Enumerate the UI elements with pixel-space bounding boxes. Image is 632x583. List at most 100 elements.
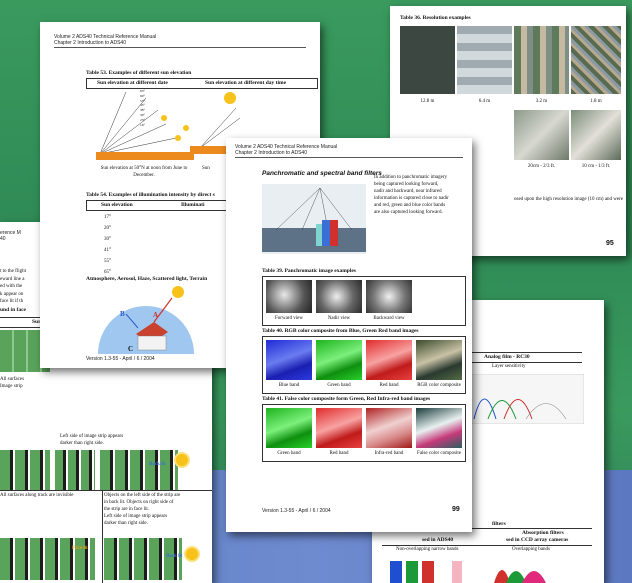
filter-bands-chart	[390, 561, 546, 583]
text-line: are also captured looking forward.	[374, 210, 443, 215]
image-label: Blue band	[278, 383, 300, 388]
text-line: information is captured close to nadir	[374, 196, 449, 201]
text-line: Objects on the left side of the strip ar…	[104, 493, 181, 498]
image-label: Forward view	[275, 316, 303, 321]
figure-caption: Sun	[202, 166, 210, 171]
page-footer: Version 1.3-55 - April / 6 / 2004	[262, 508, 331, 514]
resolution-image-6	[571, 110, 621, 160]
table-cell: 17°	[104, 215, 111, 220]
column-header: Sun elevation at different day time	[205, 80, 287, 86]
resolution-image-2	[457, 26, 512, 94]
text-line: eward line a	[0, 276, 25, 282]
table-title: Table 36. Resolution examples	[400, 15, 471, 21]
document-page-spectral-filters: Volume 2 ADS40 Technical Reference Manua…	[226, 138, 472, 532]
text-line: Image strip	[0, 384, 23, 389]
text-line: All surfaces	[0, 377, 25, 382]
table-title: und in face	[0, 307, 26, 313]
section-heading: Panchromatic and spectral band filters	[262, 170, 382, 177]
table-cell: 41°	[104, 248, 111, 253]
text-line: darker than right side.	[104, 521, 148, 526]
section-heading: Atmosphere, Aerosol, Haze, Scattered lig…	[86, 276, 208, 282]
table-title: Table 40. RGB color composite from Blue,…	[262, 328, 419, 334]
page-header: Volume 2 ADS40 Technical Reference Manua…	[54, 34, 156, 46]
header-line: Chapter 2 Introduction to ADS40	[235, 150, 307, 156]
infrared-band-image	[366, 408, 412, 448]
column-header: Sun elevation at different date	[97, 80, 168, 86]
shadow-diagram	[55, 450, 95, 490]
text-line: darker than right side.	[60, 441, 104, 446]
header-rule	[54, 47, 306, 48]
shadow-diagram	[0, 538, 95, 580]
table-cell: All surfaces Image strip	[0, 376, 24, 390]
rgb-composite-image	[416, 340, 462, 380]
rgb-composite-table: Blue band Green band Red band RGB color …	[262, 336, 466, 394]
section-heading: filters	[492, 521, 506, 527]
image-label: RGB color composite	[417, 383, 461, 388]
body-text: In addition to panchromatic imagery bein…	[374, 174, 449, 216]
header-line: Chapter 2 Introduction to ADS40	[54, 40, 126, 46]
page-header: erence M 40	[0, 230, 21, 242]
text-line: In addition to panchromatic imagery	[374, 175, 448, 180]
header-line: 40	[0, 236, 6, 242]
facelit-label: Face lit	[72, 546, 88, 551]
shadow-diagram	[0, 450, 50, 490]
resolution-label: 6.4 m	[478, 99, 491, 104]
elevation-label: 23°	[140, 117, 145, 122]
image-label: Backward view	[373, 316, 405, 321]
column-header: Analog film - RC30	[484, 354, 530, 360]
image-label: Red band	[329, 451, 349, 456]
table-cell: 55°	[104, 259, 111, 264]
text-line: nadir and backward, near infrared	[374, 189, 442, 194]
false-color-table: Green band Red band Infra-red band False…	[262, 404, 466, 462]
table-rule	[102, 490, 103, 583]
text-line: k appear on	[0, 291, 24, 297]
backlit-label: Back lit	[166, 554, 183, 559]
image-label: Green band	[327, 383, 351, 388]
text-line: the strip are in face lit.	[104, 507, 149, 512]
green-band-image	[266, 408, 312, 448]
text-line: ed with the	[0, 284, 23, 289]
elevation-labels: 63° 60° 53° 45° 38° 30° 23° 16°	[140, 89, 145, 127]
column-header: Sun elevation	[101, 202, 133, 208]
resolution-label: 12.8 m	[420, 99, 435, 104]
forward-view-image	[266, 280, 312, 313]
image-label: Nadir view	[327, 316, 351, 321]
diagram-label-a: A	[153, 311, 159, 319]
resolution-image-3	[514, 26, 569, 94]
table-title: Table 54. Examples of illumination inten…	[86, 192, 215, 198]
table-title: Table 53. Examples of different sun elev…	[86, 70, 192, 76]
table-rule	[0, 490, 212, 491]
figure-caption: Sun elevation at 50°N at noon from June …	[100, 166, 188, 178]
image-label: False color composite	[417, 451, 461, 456]
sensor-diagram	[262, 184, 366, 254]
text-line: Left side of image strip appears	[104, 514, 168, 519]
table-title: Table 41. False color composite form Gre…	[262, 396, 431, 402]
text-line: and red, green and blue color bands	[374, 203, 446, 208]
body-text: t to the flight eward line a ed with the…	[0, 268, 26, 306]
red-band-image	[316, 408, 362, 448]
column-header: sed in ADS40	[422, 537, 454, 543]
text-line: in back lit. Objects on right side of	[104, 500, 174, 505]
column-header: Absorption filters	[522, 530, 564, 536]
text-line: t to the flight	[0, 269, 26, 274]
elevation-label: 60°	[140, 93, 145, 98]
page-footer: Version 1.3-55 - April / 6 / 2004	[86, 356, 155, 362]
page-number: 95	[606, 240, 614, 247]
text-line: being captured looking forward,	[374, 182, 439, 187]
text-line: face lit if th	[0, 299, 24, 304]
green-band-image	[316, 340, 362, 380]
atmosphere-diagram	[98, 286, 194, 354]
text-line: Left side of image strip appears	[60, 434, 124, 439]
resolution-label: 20cm - 2/3 ft.	[527, 164, 556, 169]
sensitivity-chart	[466, 374, 584, 424]
table-cell: 30°	[104, 237, 111, 242]
column-subheader: Layer sensitivity	[492, 364, 526, 369]
diagram-label-c: C	[128, 345, 134, 353]
backlit-label: Back lit	[149, 462, 166, 467]
red-band-image	[366, 340, 412, 380]
table-title: Table 39. Panchromatic image examples	[262, 268, 356, 274]
table-cell: Overlapping bands	[512, 547, 550, 552]
header-rule	[235, 157, 463, 158]
image-label: Green band	[277, 451, 301, 456]
table-cell: All surfaces along track are invisible	[0, 493, 74, 498]
